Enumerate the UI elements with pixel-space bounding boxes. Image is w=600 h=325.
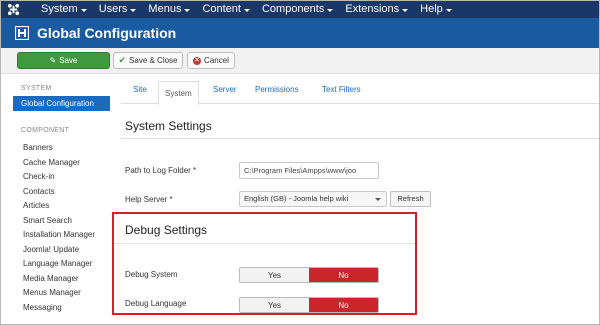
refresh-button[interactable]: Refresh — [390, 191, 431, 207]
sidebar-item-messaging[interactable]: Messaging — [23, 301, 95, 316]
toolbar: ✎ Save ✔ Save & Close ✕ Cancel — [1, 48, 599, 74]
save-button[interactable]: ✎ Save — [17, 52, 110, 69]
help-server-label: Help Server * — [125, 195, 173, 204]
caret-down-icon — [402, 8, 409, 12]
sidebar-item-smart-search[interactable]: Smart Search — [23, 214, 95, 229]
main-menu: System Users Menus Content Components Ex… — [41, 3, 452, 15]
menu-help[interactable]: Help — [420, 3, 452, 15]
log-folder-input[interactable]: C:\Program Files\Ampps\www\joo — [239, 162, 379, 179]
debug-language-yes-button[interactable]: Yes — [240, 298, 309, 312]
tab-system[interactable]: System — [158, 81, 199, 105]
sidebar-heading-system: SYSTEM — [21, 85, 52, 92]
tab-text-filters[interactable]: Text Filters — [322, 85, 361, 94]
debug-system-label: Debug System — [125, 270, 178, 279]
caret-down-icon — [184, 8, 191, 12]
caret-down-icon — [445, 8, 452, 12]
joomla-logo-icon[interactable] — [7, 3, 20, 16]
log-folder-label: Path to Log Folder * — [125, 166, 197, 175]
debug-language-no-button[interactable]: No — [309, 298, 378, 312]
page-title: Global Configuration — [37, 25, 177, 41]
debug-language-toggle: Yes No — [239, 297, 379, 313]
tab-site[interactable]: Site — [133, 85, 147, 94]
tab-server[interactable]: Server — [213, 85, 237, 94]
save-close-button[interactable]: ✔ Save & Close — [113, 52, 183, 69]
tab-permissions[interactable]: Permissions — [255, 85, 299, 94]
menu-users[interactable]: Users — [99, 3, 137, 15]
caret-down-icon — [80, 8, 87, 12]
menu-extensions[interactable]: Extensions — [345, 3, 409, 15]
sidebar-item-contacts[interactable]: Contacts — [23, 185, 95, 200]
menu-menus[interactable]: Menus — [148, 3, 191, 15]
sidebar-item-language-manager[interactable]: Language Manager — [23, 257, 95, 272]
sidebar-item-check-in[interactable]: Check-in — [23, 170, 95, 185]
debug-system-no-button[interactable]: No — [309, 268, 378, 282]
cancel-button[interactable]: ✕ Cancel — [187, 52, 235, 69]
debug-system-yes-button[interactable]: Yes — [240, 268, 309, 282]
sidebar-item-cache-manager[interactable]: Cache Manager — [23, 156, 95, 171]
gear-grid-icon — [15, 26, 29, 40]
edit-icon: ✎ — [49, 56, 57, 65]
cancel-icon: ✕ — [193, 56, 202, 65]
sidebar-item-banners[interactable]: Banners — [23, 141, 95, 156]
sidebar-item-media-manager[interactable]: Media Manager — [23, 272, 95, 287]
sidebar-item-menus-manager[interactable]: Menus Manager — [23, 286, 95, 301]
divider — [121, 138, 599, 139]
sidebar-item-articles[interactable]: Articles — [23, 199, 95, 214]
chevron-down-icon — [375, 198, 381, 201]
debug-settings-heading: Debug Settings — [125, 223, 208, 237]
divider — [114, 243, 415, 244]
menu-system[interactable]: System — [41, 3, 87, 15]
top-navbar: System Users Menus Content Components Ex… — [1, 1, 599, 18]
debug-system-toggle: Yes No — [239, 267, 379, 283]
sidebar-item-installation-manager[interactable]: Installation Manager — [23, 228, 95, 243]
config-tabs: Site System Server Permissions Text Filt… — [121, 81, 599, 105]
system-settings-heading: System Settings — [125, 119, 212, 133]
sidebar-component-list: Banners Cache Manager Check-in Contacts … — [23, 141, 95, 315]
sidebar-item-global-configuration[interactable]: Global Configuration — [13, 96, 110, 111]
check-icon: ✔ — [118, 55, 127, 65]
app-window: System Users Menus Content Components Ex… — [0, 0, 600, 325]
help-server-select[interactable]: English (GB) - Joomla help wiki — [239, 191, 387, 207]
sidebar-item-joomla-update[interactable]: Joomla! Update — [23, 243, 95, 258]
sidebar-heading-component: COMPONENT — [21, 127, 70, 134]
caret-down-icon — [243, 8, 250, 12]
menu-components[interactable]: Components — [262, 3, 334, 15]
page-header: Global Configuration — [1, 18, 599, 48]
menu-content[interactable]: Content — [202, 3, 250, 15]
debug-language-label: Debug Language — [125, 299, 187, 308]
caret-down-icon — [130, 8, 137, 12]
caret-down-icon — [327, 8, 334, 12]
